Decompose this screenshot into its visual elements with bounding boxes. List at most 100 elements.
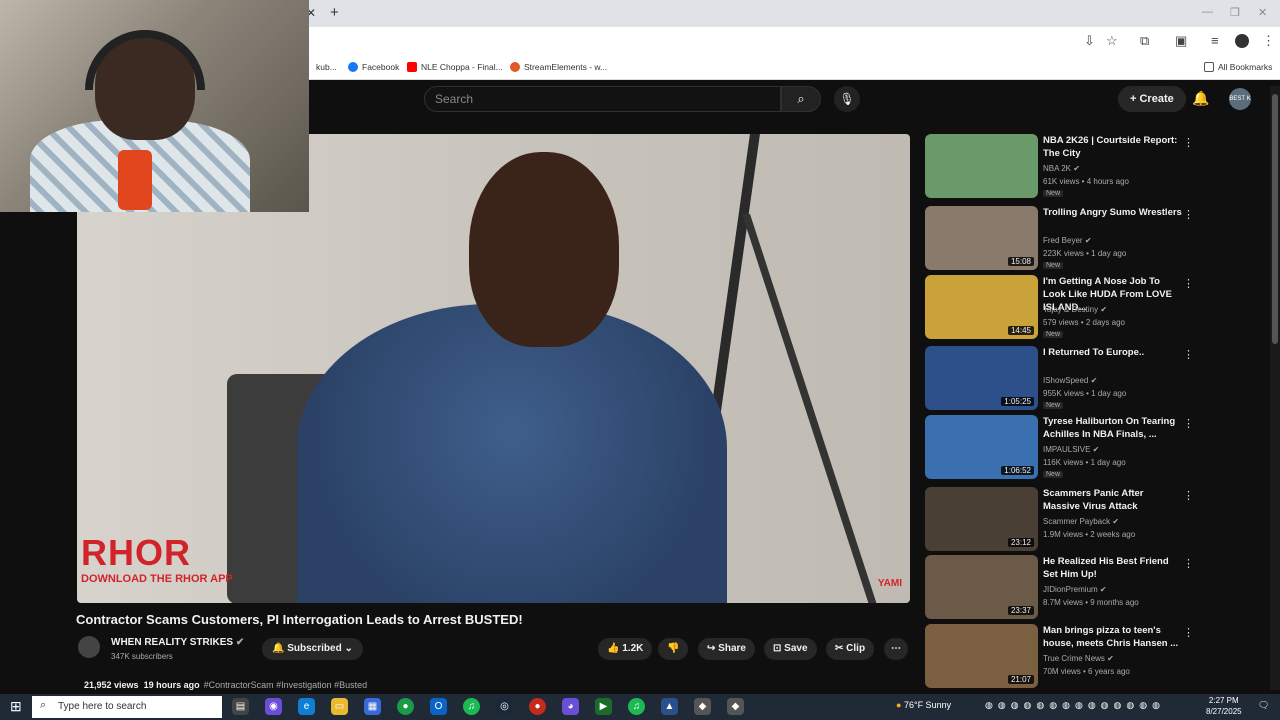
recommendation-thumbnail[interactable] bbox=[925, 134, 1038, 198]
more-options-icon[interactable]: ⋮ bbox=[1183, 277, 1194, 290]
recommendation-item[interactable]: 1:06:52 Tyrese Haliburton On Tearing Achi… bbox=[925, 415, 1194, 479]
edge-icon[interactable]: e bbox=[298, 698, 315, 715]
system-tray-icons[interactable]: ◍◍◍◍◍◍◍◍◍◍◍◍◍◍ bbox=[985, 700, 1165, 711]
recommendation-thumbnail[interactable]: 1:05:25 bbox=[925, 346, 1038, 410]
recommendation-title[interactable]: Tyrese Haliburton On Tearing Achilles In… bbox=[1043, 415, 1183, 441]
recommendation-channel[interactable]: True Crime News ✔ bbox=[1043, 654, 1114, 663]
recommendation-views: 70M views • 6 years ago bbox=[1043, 667, 1130, 676]
recommendation-thumbnail[interactable]: 14:45 bbox=[925, 275, 1038, 339]
app-icon-4[interactable]: ◆ bbox=[727, 698, 744, 715]
copilot-icon[interactable]: ◉ bbox=[265, 698, 282, 715]
duration-badge: 1:06:52 bbox=[1001, 466, 1034, 475]
file-explorer-icon[interactable]: ▭ bbox=[331, 698, 348, 715]
bookmark-item[interactable]: kub... bbox=[316, 62, 337, 72]
recommendation-channel[interactable]: IMPAULSIVE ✔ bbox=[1043, 445, 1099, 454]
star-icon[interactable]: ☆ bbox=[1106, 33, 1118, 49]
taskbar-clock[interactable]: 2:27 PM 8/27/2025 bbox=[1206, 695, 1242, 717]
weather-widget[interactable]: ● 76°F Sunny bbox=[896, 700, 951, 710]
notifications-icon[interactable]: 🔔 bbox=[1192, 90, 1209, 107]
more-options-icon[interactable]: ⋮ bbox=[1183, 348, 1194, 361]
scrollbar[interactable] bbox=[1270, 86, 1280, 690]
interviewee-body bbox=[297, 304, 727, 603]
recommendation-title[interactable]: Man brings pizza to teen's house, meets … bbox=[1043, 624, 1183, 650]
new-tab-icon[interactable]: + bbox=[330, 4, 339, 21]
more-actions-button[interactable]: ⋯ bbox=[884, 638, 908, 660]
recommendation-thumbnail[interactable]: 1:06:52 bbox=[925, 415, 1038, 479]
chrome-icon[interactable]: ● bbox=[397, 698, 414, 715]
maximize-icon[interactable]: ❐ bbox=[1230, 6, 1240, 19]
subscribed-button[interactable]: 🔔 Subscribed ⌄ bbox=[262, 638, 363, 660]
recommendation-title[interactable]: Trolling Angry Sumo Wrestlers bbox=[1043, 206, 1183, 219]
more-options-icon[interactable]: ⋮ bbox=[1183, 136, 1194, 149]
recommendation-channel[interactable]: NBA 2K ✔ bbox=[1043, 164, 1080, 173]
minimize-icon[interactable]: — bbox=[1202, 6, 1213, 18]
extensions-icon[interactable]: ⧉ bbox=[1140, 33, 1149, 49]
recommendation-item[interactable]: NBA 2K26 | Courtside Report: The City NBA… bbox=[925, 134, 1194, 198]
recommendation-item[interactable]: 21:07 Man brings pizza to teen's house, m… bbox=[925, 624, 1194, 688]
sidebar-icon[interactable]: ▣ bbox=[1175, 33, 1187, 49]
obs-icon[interactable]: ▶ bbox=[595, 698, 612, 715]
recommendation-item[interactable]: 1:05:25 I Returned To Europe.. IShowSpeed … bbox=[925, 346, 1194, 410]
recommendation-item[interactable]: 23:12 Scammers Panic After Massive Virus … bbox=[925, 487, 1194, 551]
profile-icon[interactable] bbox=[1235, 34, 1249, 48]
recommendation-thumbnail[interactable]: 21:07 bbox=[925, 624, 1038, 688]
store-icon[interactable]: ▦ bbox=[364, 698, 381, 715]
recommendation-item[interactable]: 15:08 Trolling Angry Sumo Wrestlers Fred B… bbox=[925, 206, 1194, 270]
channel-name[interactable]: WHEN REALITY STRIKES ✔ bbox=[111, 637, 244, 648]
verified-icon: ✔ bbox=[235, 637, 245, 648]
search-button[interactable]: ⌕ bbox=[781, 86, 821, 112]
task-view-icon[interactable]: ▤ bbox=[232, 698, 249, 715]
spotify-icon[interactable]: ♫ bbox=[463, 698, 480, 715]
account-avatar[interactable]: BEST K bbox=[1229, 88, 1251, 110]
more-options-icon[interactable]: ⋮ bbox=[1183, 557, 1194, 570]
recommendation-channel[interactable]: Scammer Payback ✔ bbox=[1043, 517, 1119, 526]
scrollbar-thumb[interactable] bbox=[1272, 94, 1278, 344]
install-icon[interactable]: ⇩ bbox=[1084, 33, 1095, 49]
search-input[interactable]: Search bbox=[424, 86, 781, 112]
recommendation-channel[interactable]: IShowSpeed ✔ bbox=[1043, 376, 1097, 385]
like-button[interactable]: 👍 1.2K bbox=[598, 638, 653, 660]
recommendation-channel[interactable]: JIDionPremium ✔ bbox=[1043, 585, 1107, 594]
create-button[interactable]: + Create bbox=[1118, 86, 1186, 112]
spotify-icon-2[interactable]: ♫ bbox=[628, 698, 645, 715]
taskbar-search-input[interactable]: Type here to search bbox=[32, 696, 222, 718]
recommendation-thumbnail[interactable]: 23:37 bbox=[925, 555, 1038, 619]
more-options-icon[interactable]: ⋮ bbox=[1183, 626, 1194, 639]
recommendation-thumbnail[interactable]: 23:12 bbox=[925, 487, 1038, 551]
save-button[interactable]: ⊡ Save bbox=[764, 638, 817, 660]
bookmark-youtube[interactable]: NLE Choppa - Final... bbox=[407, 62, 503, 72]
app-icon-2[interactable]: ▲ bbox=[661, 698, 678, 715]
share-button[interactable]: ↪ Share bbox=[698, 638, 755, 660]
recommendation-title[interactable]: Scammers Panic After Massive Virus Attac… bbox=[1043, 487, 1183, 513]
all-bookmarks[interactable]: All Bookmarks bbox=[1204, 62, 1272, 72]
dislike-button[interactable]: 👎 bbox=[658, 638, 689, 660]
menu-icon[interactable]: ⋮ bbox=[1262, 33, 1275, 49]
recommendation-title[interactable]: I Returned To Europe.. bbox=[1043, 346, 1183, 359]
recommendation-title[interactable]: NBA 2K26 | Courtside Report: The City bbox=[1043, 134, 1183, 160]
windows-start-icon[interactable]: ⊞ bbox=[10, 698, 22, 715]
app-icon-3[interactable]: ◆ bbox=[694, 698, 711, 715]
recommendation-item[interactable]: 14:45 I'm Getting A Nose Job To Look Like… bbox=[925, 275, 1194, 339]
voice-search-button[interactable]: 🎙 bbox=[834, 86, 860, 112]
notification-center-icon[interactable]: 🗨 bbox=[1258, 700, 1269, 711]
new-badge: New bbox=[1043, 471, 1064, 478]
recommendation-channel[interactable]: Tajay & Destiny ✔ bbox=[1043, 305, 1107, 314]
app-icon[interactable]: ● bbox=[529, 698, 546, 715]
bookmark-facebook[interactable]: Facebook bbox=[348, 62, 399, 72]
more-options-icon[interactable]: ⋮ bbox=[1183, 417, 1194, 430]
outlook-icon[interactable]: O bbox=[430, 698, 447, 715]
steam-icon[interactable]: ◎ bbox=[496, 698, 513, 715]
new-badge: New bbox=[1043, 262, 1064, 269]
recommendation-channel[interactable]: Fred Beyer ✔ bbox=[1043, 236, 1092, 245]
recommendation-thumbnail[interactable]: 15:08 bbox=[925, 206, 1038, 270]
channel-avatar[interactable] bbox=[78, 636, 100, 658]
recommendation-title[interactable]: He Realized His Best Friend Set Him Up! bbox=[1043, 555, 1183, 581]
media-icon[interactable]: ≡ bbox=[1211, 33, 1219, 48]
more-options-icon[interactable]: ⋮ bbox=[1183, 208, 1194, 221]
clip-button[interactable]: ✂ Clip bbox=[826, 638, 875, 660]
bookmark-streamelements[interactable]: StreamElements - w... bbox=[510, 62, 607, 72]
recommendation-item[interactable]: 23:37 He Realized His Best Friend Set Him… bbox=[925, 555, 1194, 619]
close-window-icon[interactable]: ✕ bbox=[1258, 6, 1267, 19]
discord-icon[interactable]: ◕ bbox=[562, 698, 579, 715]
more-options-icon[interactable]: ⋮ bbox=[1183, 489, 1194, 502]
